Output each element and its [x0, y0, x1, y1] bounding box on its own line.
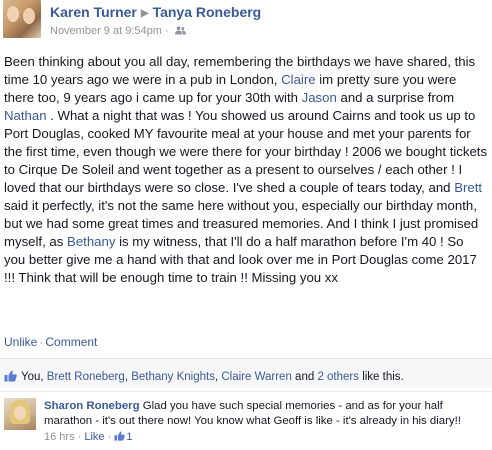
author-name-link[interactable]: Karen Turner [50, 4, 137, 20]
comment-meta: 16 hrs · Like · 1 [44, 431, 132, 443]
comment-separator: · [104, 431, 115, 443]
friends-icon[interactable] [174, 26, 186, 35]
liker-link[interactable]: Claire Warren [221, 371, 292, 383]
likes-you: You, [21, 371, 47, 383]
post-meta: November 9 at 9:54pm · [50, 25, 186, 37]
liker-link[interactable]: Bethany Knights [131, 371, 215, 383]
others-link[interactable]: 2 others [317, 371, 359, 383]
tag-link[interactable]: Claire [281, 72, 315, 87]
unlike-link[interactable]: Unlike [4, 335, 37, 349]
timeline-post: Karen Turner ▶ Tanya Roneberg November 9 a… [0, 0, 492, 450]
meta-separator: · [161, 25, 172, 37]
post-header: Karen Turner ▶ Tanya Roneberg November 9 a… [0, 0, 492, 46]
comment-author-link[interactable]: Sharon Roneberg [44, 400, 140, 412]
liker-link[interactable]: Brett Roneberg [47, 371, 125, 383]
post-timestamp[interactable]: November 9 at 9:54pm [50, 25, 162, 37]
thumbs-up-icon[interactable] [114, 431, 126, 441]
author-avatar[interactable] [3, 0, 41, 38]
post-body: Been thinking about you all day, remembe… [4, 53, 488, 287]
tag-link[interactable]: Brett [454, 180, 482, 195]
arrow-right-icon: ▶ [140, 8, 149, 19]
tag-link[interactable]: Nathan [4, 108, 47, 123]
post-text: . What a night that was ! You showed us … [4, 108, 488, 195]
action-separator: · [39, 335, 44, 349]
comment-like-link[interactable]: Like [84, 431, 104, 443]
tag-link[interactable]: Bethany [67, 234, 115, 249]
thumbs-up-icon [4, 370, 17, 382]
target-name-link[interactable]: Tanya Roneberg [153, 4, 262, 20]
post-text: and a surprise from [336, 90, 455, 105]
comment-link[interactable]: Comment [45, 335, 97, 349]
tag-link[interactable]: Jason [302, 90, 337, 105]
comment-like-count[interactable]: 1 [126, 431, 132, 443]
commenter-avatar[interactable] [4, 398, 36, 430]
avatar-face [14, 406, 26, 420]
comment-time[interactable]: 16 hrs [44, 431, 75, 443]
comment: Sharon Roneberg Glad you have such speci… [44, 399, 490, 429]
post-actions: Unlike · Comment [4, 335, 97, 349]
likes-suffix: like this. [359, 371, 404, 383]
avatar-face-left [7, 6, 19, 22]
likes-and: and [291, 371, 318, 383]
post-names: Karen Turner ▶ Tanya Roneberg [50, 4, 261, 20]
divider [0, 391, 492, 392]
avatar-face-right [23, 8, 35, 24]
comment-separator: · [74, 431, 85, 443]
likes-summary: You, Brett Roneberg, Bethany Knights, Cl… [4, 370, 404, 383]
